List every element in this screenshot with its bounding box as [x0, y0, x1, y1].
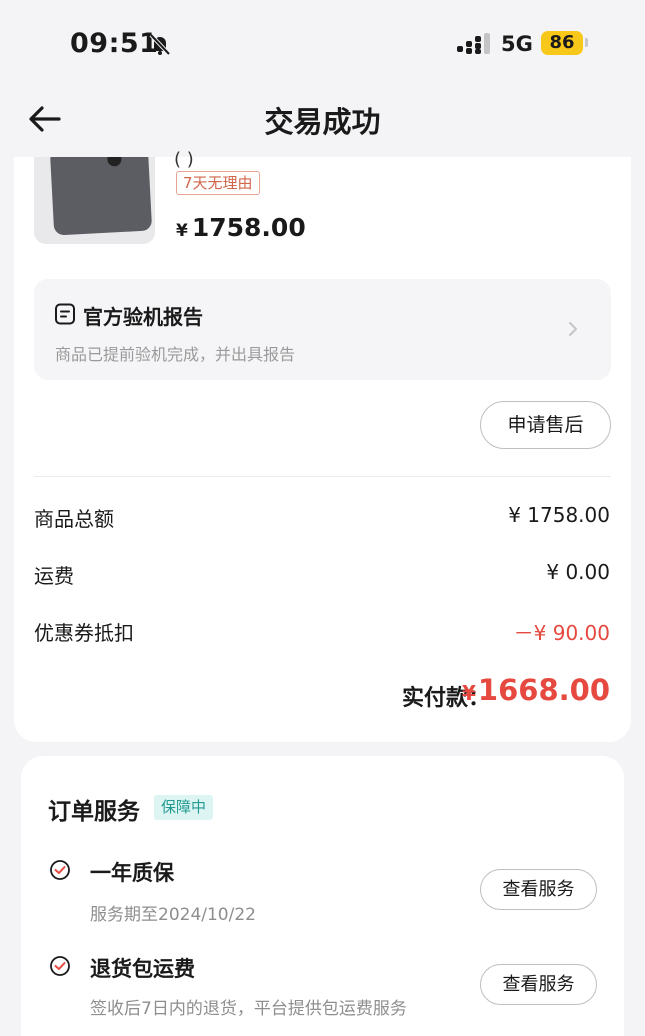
check-circle-icon: [50, 860, 70, 880]
inspection-title: 官方验机报告: [83, 305, 203, 329]
service-title: 订单服务: [48, 799, 140, 825]
after-sale-button[interactable]: 申请售后: [480, 401, 611, 449]
paid-currency-symbol: ¥: [461, 681, 476, 705]
summary-value-coupon: －¥ 90.00: [513, 621, 610, 645]
currency-symbol: ¥: [176, 221, 188, 241]
summary-value-shipping: ¥ 0.00: [546, 560, 610, 584]
divider: [34, 476, 611, 477]
page-title: 交易成功: [264, 105, 381, 139]
status-bar: 09:51 5G 86: [0, 0, 645, 82]
view-service-button-warranty[interactable]: 查看服务: [480, 869, 597, 910]
service-name-return-shipping: 退货包运费: [90, 957, 195, 981]
order-card: ( ) 7天无理由 ¥1758.00 官方验机报告 商品已提前验机完成，并出具报…: [14, 149, 631, 742]
paid-value: 1668.00: [477, 673, 610, 707]
summary-label-shipping: 运费: [34, 564, 74, 588]
status-time: 09:51: [70, 28, 159, 59]
price-amount: 1758.00: [191, 213, 306, 242]
service-desc-return-shipping: 签收后7日内的退货，平台提供包运费服务: [90, 999, 407, 1019]
inspection-report-entry[interactable]: 官方验机报告 商品已提前验机完成，并出具报告: [34, 279, 611, 380]
paid-amount: ¥1668.00: [462, 673, 610, 707]
service-status-badge: 保障中: [154, 795, 214, 820]
view-service-button-return-shipping[interactable]: 查看服务: [480, 964, 597, 1005]
document-icon: [55, 303, 75, 325]
bell-slash-icon: [149, 33, 171, 56]
network-type: 5G: [501, 32, 533, 56]
battery-indicator: 86: [541, 31, 583, 55]
summary-label-total: 商品总额: [34, 507, 114, 531]
service-name-warranty: 一年质保: [90, 861, 174, 885]
product-image[interactable]: [34, 157, 155, 244]
chevron-right-icon: [569, 322, 577, 336]
product-title-fragment: ( ): [174, 149, 194, 170]
service-desc-warranty: 服务期至2024/10/22: [90, 905, 256, 925]
order-service-card: 订单服务 保障中 一年质保 服务期至2024/10/22 查看服务 退货包运费 …: [21, 756, 624, 1036]
summary-value-total: ¥ 1758.00: [508, 503, 610, 527]
return-policy-tag: 7天无理由: [176, 171, 260, 195]
tablet-graphic: [49, 157, 153, 236]
product-price: ¥1758.00: [176, 213, 306, 242]
inspection-subtitle: 商品已提前验机完成，并出具报告: [55, 345, 296, 364]
battery-tip: [585, 38, 588, 47]
check-circle-icon: [50, 956, 70, 976]
nav-bar: 交易成功: [0, 82, 645, 157]
signal-icon: [457, 33, 490, 54]
apple-logo-icon: [107, 157, 122, 167]
summary-label-coupon: 优惠券抵扣: [34, 621, 134, 645]
